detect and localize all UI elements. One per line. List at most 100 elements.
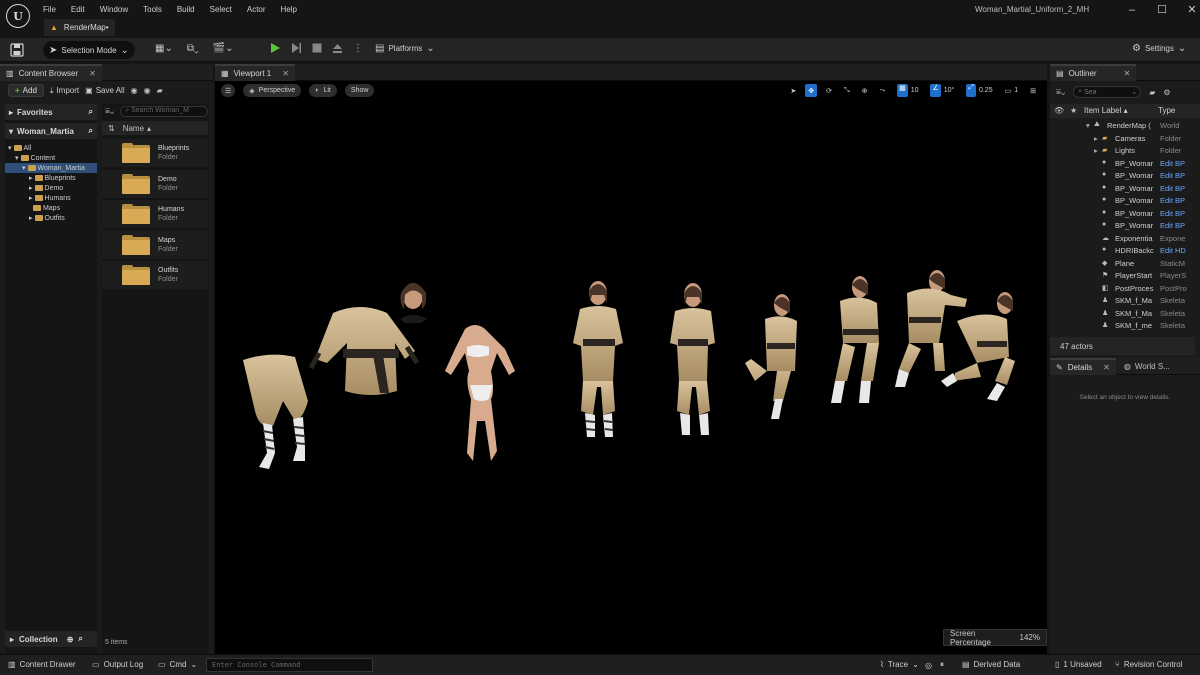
item-label-column[interactable]: Item Label ▴ <box>1084 106 1128 115</box>
menu-file[interactable]: File <box>43 5 56 14</box>
tree-item[interactable]: ▸ Outfits <box>5 213 97 223</box>
import-button[interactable]: ⤓ Import <box>50 86 79 96</box>
rotation-snap-button[interactable]: ∠ 10° <box>927 84 957 97</box>
close-icon[interactable]: ✕ <box>1103 363 1110 372</box>
output-log-button[interactable]: ▭ Output Log <box>92 660 143 669</box>
select-tool-icon[interactable]: ➤ <box>787 84 799 97</box>
type-column[interactable]: Type <box>1158 106 1175 115</box>
edit-link[interactable]: Edit BP <box>1160 221 1185 230</box>
world-space-icon[interactable]: ⊕ <box>859 84 871 97</box>
level-tab[interactable]: ▲ RenderMap• <box>44 19 115 36</box>
more-options-icon[interactable]: ⋮ <box>353 43 363 54</box>
history-back-icon[interactable]: ◉ <box>131 86 138 95</box>
close-icon[interactable]: ✕ <box>1185 3 1199 16</box>
outliner-row[interactable]: ● BP_Womar Edit BP <box>1050 196 1200 209</box>
gear-icon[interactable]: ⚙ <box>1163 88 1170 97</box>
viewport-scene[interactable]: ☰ ◈ Perspective ◐ Lit Show ➤ ✥ ⟳ ⤡ ⊕ ⤳ ▦… <box>215 81 1047 654</box>
unreal-logo-icon[interactable]: U <box>6 4 30 28</box>
tab-world-settings[interactable]: ◍ World S... <box>1116 362 1170 371</box>
tree-item-selected[interactable]: ▾ Woman_Martia <box>5 163 97 173</box>
record-icon[interactable]: ◎ <box>925 661 932 670</box>
collection-header[interactable]: ▸ Collection ⊕ ⌕ <box>5 631 97 647</box>
menu-actor[interactable]: Actor <box>247 5 266 14</box>
folder-icon[interactable]: ▰ <box>157 86 163 95</box>
outliner-search-input[interactable]: ⌕ Sea ⌄ <box>1073 86 1142 98</box>
edit-link[interactable]: Edit HD <box>1160 246 1186 255</box>
outliner-row[interactable]: ● BP_Womar Edit BP <box>1050 184 1200 197</box>
rotate-tool-icon[interactable]: ⟳ <box>823 84 835 97</box>
pause-icon[interactable]: ⏸ <box>940 660 944 670</box>
edit-link[interactable]: Edit BP <box>1160 184 1185 193</box>
outliner-row[interactable]: ▸ ▰ Cameras Folder <box>1050 134 1200 147</box>
add-button[interactable]: + Add <box>8 84 44 97</box>
project-header[interactable]: ▾ Woman_Martia ⌕ <box>5 123 97 139</box>
settings-button[interactable]: ⚙ Settings ⌄ <box>1132 43 1186 54</box>
cinematics-icon[interactable]: 🎬⌄ <box>213 43 234 54</box>
platforms-button[interactable]: ▤ Platforms ⌄ <box>375 43 435 54</box>
menu-edit[interactable]: Edit <box>71 5 85 14</box>
revision-control-button[interactable]: ⑂ Revision Control <box>1115 660 1183 669</box>
edit-link[interactable]: Edit BP <box>1160 196 1185 205</box>
lit-button[interactable]: ◐ Lit <box>309 84 337 97</box>
save-all-button[interactable]: ▣ Save All <box>85 86 124 95</box>
step-icon[interactable] <box>291 42 302 54</box>
outliner-row[interactable]: ♟ SKM_f_Ma Skeleta <box>1050 296 1200 309</box>
filter-icon[interactable]: ⩸⌄ <box>105 106 114 116</box>
tab-details[interactable]: ✎ Details ✕ <box>1050 357 1116 375</box>
tree-item[interactable]: ▾ All <box>5 143 97 153</box>
menu-tools[interactable]: Tools <box>143 5 162 14</box>
layout-icon[interactable]: ⊞ <box>1027 84 1039 97</box>
add-actor-icon[interactable]: ▦⌄ <box>155 43 173 54</box>
outliner-row[interactable]: ▾ ⛰ RenderMap (World <box>1050 121 1200 134</box>
outliner-row[interactable]: ◆ Plane StaticM <box>1050 259 1200 272</box>
edit-link[interactable]: Edit BP <box>1160 159 1185 168</box>
content-drawer-button[interactable]: ▥ Content Drawer <box>8 660 76 669</box>
tree-item[interactable]: Maps <box>5 203 97 213</box>
chevron-down-icon[interactable]: ▾ <box>1086 121 1090 130</box>
scale-tool-icon[interactable]: ⤡ <box>841 84 853 97</box>
perspective-button[interactable]: ◈ Perspective <box>243 84 302 97</box>
trace-button[interactable]: ⌇ Trace ⌄ <box>880 660 919 669</box>
list-item[interactable]: Outfits Folder <box>102 261 208 289</box>
translate-tool-icon[interactable]: ✥ <box>805 84 818 97</box>
stop-icon[interactable] <box>312 43 322 53</box>
tab-content-browser[interactable]: ▥ Content Browser ✕ <box>0 63 102 81</box>
outliner-row[interactable]: ☁ Exponentia Expone <box>1050 234 1200 247</box>
close-icon[interactable]: ✕ <box>1124 69 1131 78</box>
grid-snap-button[interactable]: ▦ 10 <box>894 84 921 97</box>
visibility-column-icon[interactable]: 👁 <box>1054 106 1064 115</box>
blueprint-tool-icon[interactable]: ⧉⌄ <box>187 43 199 54</box>
list-item[interactable]: Demo Folder <box>102 169 208 198</box>
derived-data-button[interactable]: ▤ Derived Data <box>962 660 1020 669</box>
search-icon[interactable]: ⌕ <box>89 107 93 117</box>
tab-viewport[interactable]: ▦ Viewport 1 ✕ <box>215 63 295 81</box>
play-icon[interactable] <box>270 42 281 54</box>
history-forward-icon[interactable]: ◉ <box>144 86 151 95</box>
tree-item[interactable]: ▸ Humans <box>5 193 97 203</box>
asset-search-input[interactable]: ⌕ Search Woman_M <box>120 105 208 117</box>
cmd-button[interactable]: ▭ Cmd ⌄ <box>158 660 197 669</box>
surface-snap-icon[interactable]: ⤳ <box>876 84 888 97</box>
maximize-icon[interactable]: ☐ <box>1155 3 1169 16</box>
chevron-right-icon[interactable]: ▸ <box>1094 146 1098 155</box>
add-folder-icon[interactable]: ▰ <box>1149 88 1155 97</box>
eject-icon[interactable] <box>332 43 343 54</box>
list-item[interactable]: Humans Folder <box>102 200 208 228</box>
outliner-row[interactable]: ● BP_Womar Edit BP <box>1050 159 1200 172</box>
edit-link[interactable]: Edit BP <box>1160 171 1185 180</box>
menu-window[interactable]: Window <box>100 5 128 14</box>
outliner-row[interactable]: ● BP_Womar Edit BP <box>1050 221 1200 234</box>
search-icon[interactable]: ⌕ <box>78 634 82 644</box>
tree-item[interactable]: ▾ Content <box>5 153 97 163</box>
minimize-icon[interactable]: – <box>1125 4 1139 16</box>
outliner-row[interactable]: ♟ SKM_f_Ma Skeleta <box>1050 309 1200 322</box>
outliner-row[interactable]: ● HDRIBackc Edit HD <box>1050 246 1200 259</box>
tree-item[interactable]: ▸ Blueprints <box>5 173 97 183</box>
outliner-row[interactable]: ● BP_Womar Edit BP <box>1050 171 1200 184</box>
close-icon[interactable]: ✕ <box>89 69 96 78</box>
chevron-right-icon[interactable]: ▸ <box>1094 134 1098 143</box>
outliner-row[interactable]: ● BP_Womar Edit BP <box>1050 209 1200 222</box>
search-icon[interactable]: ⌕ <box>89 126 93 136</box>
console-input[interactable]: Enter Console Command <box>206 658 373 672</box>
favorites-header[interactable]: ▸ Favorites ⌕ <box>5 104 97 120</box>
